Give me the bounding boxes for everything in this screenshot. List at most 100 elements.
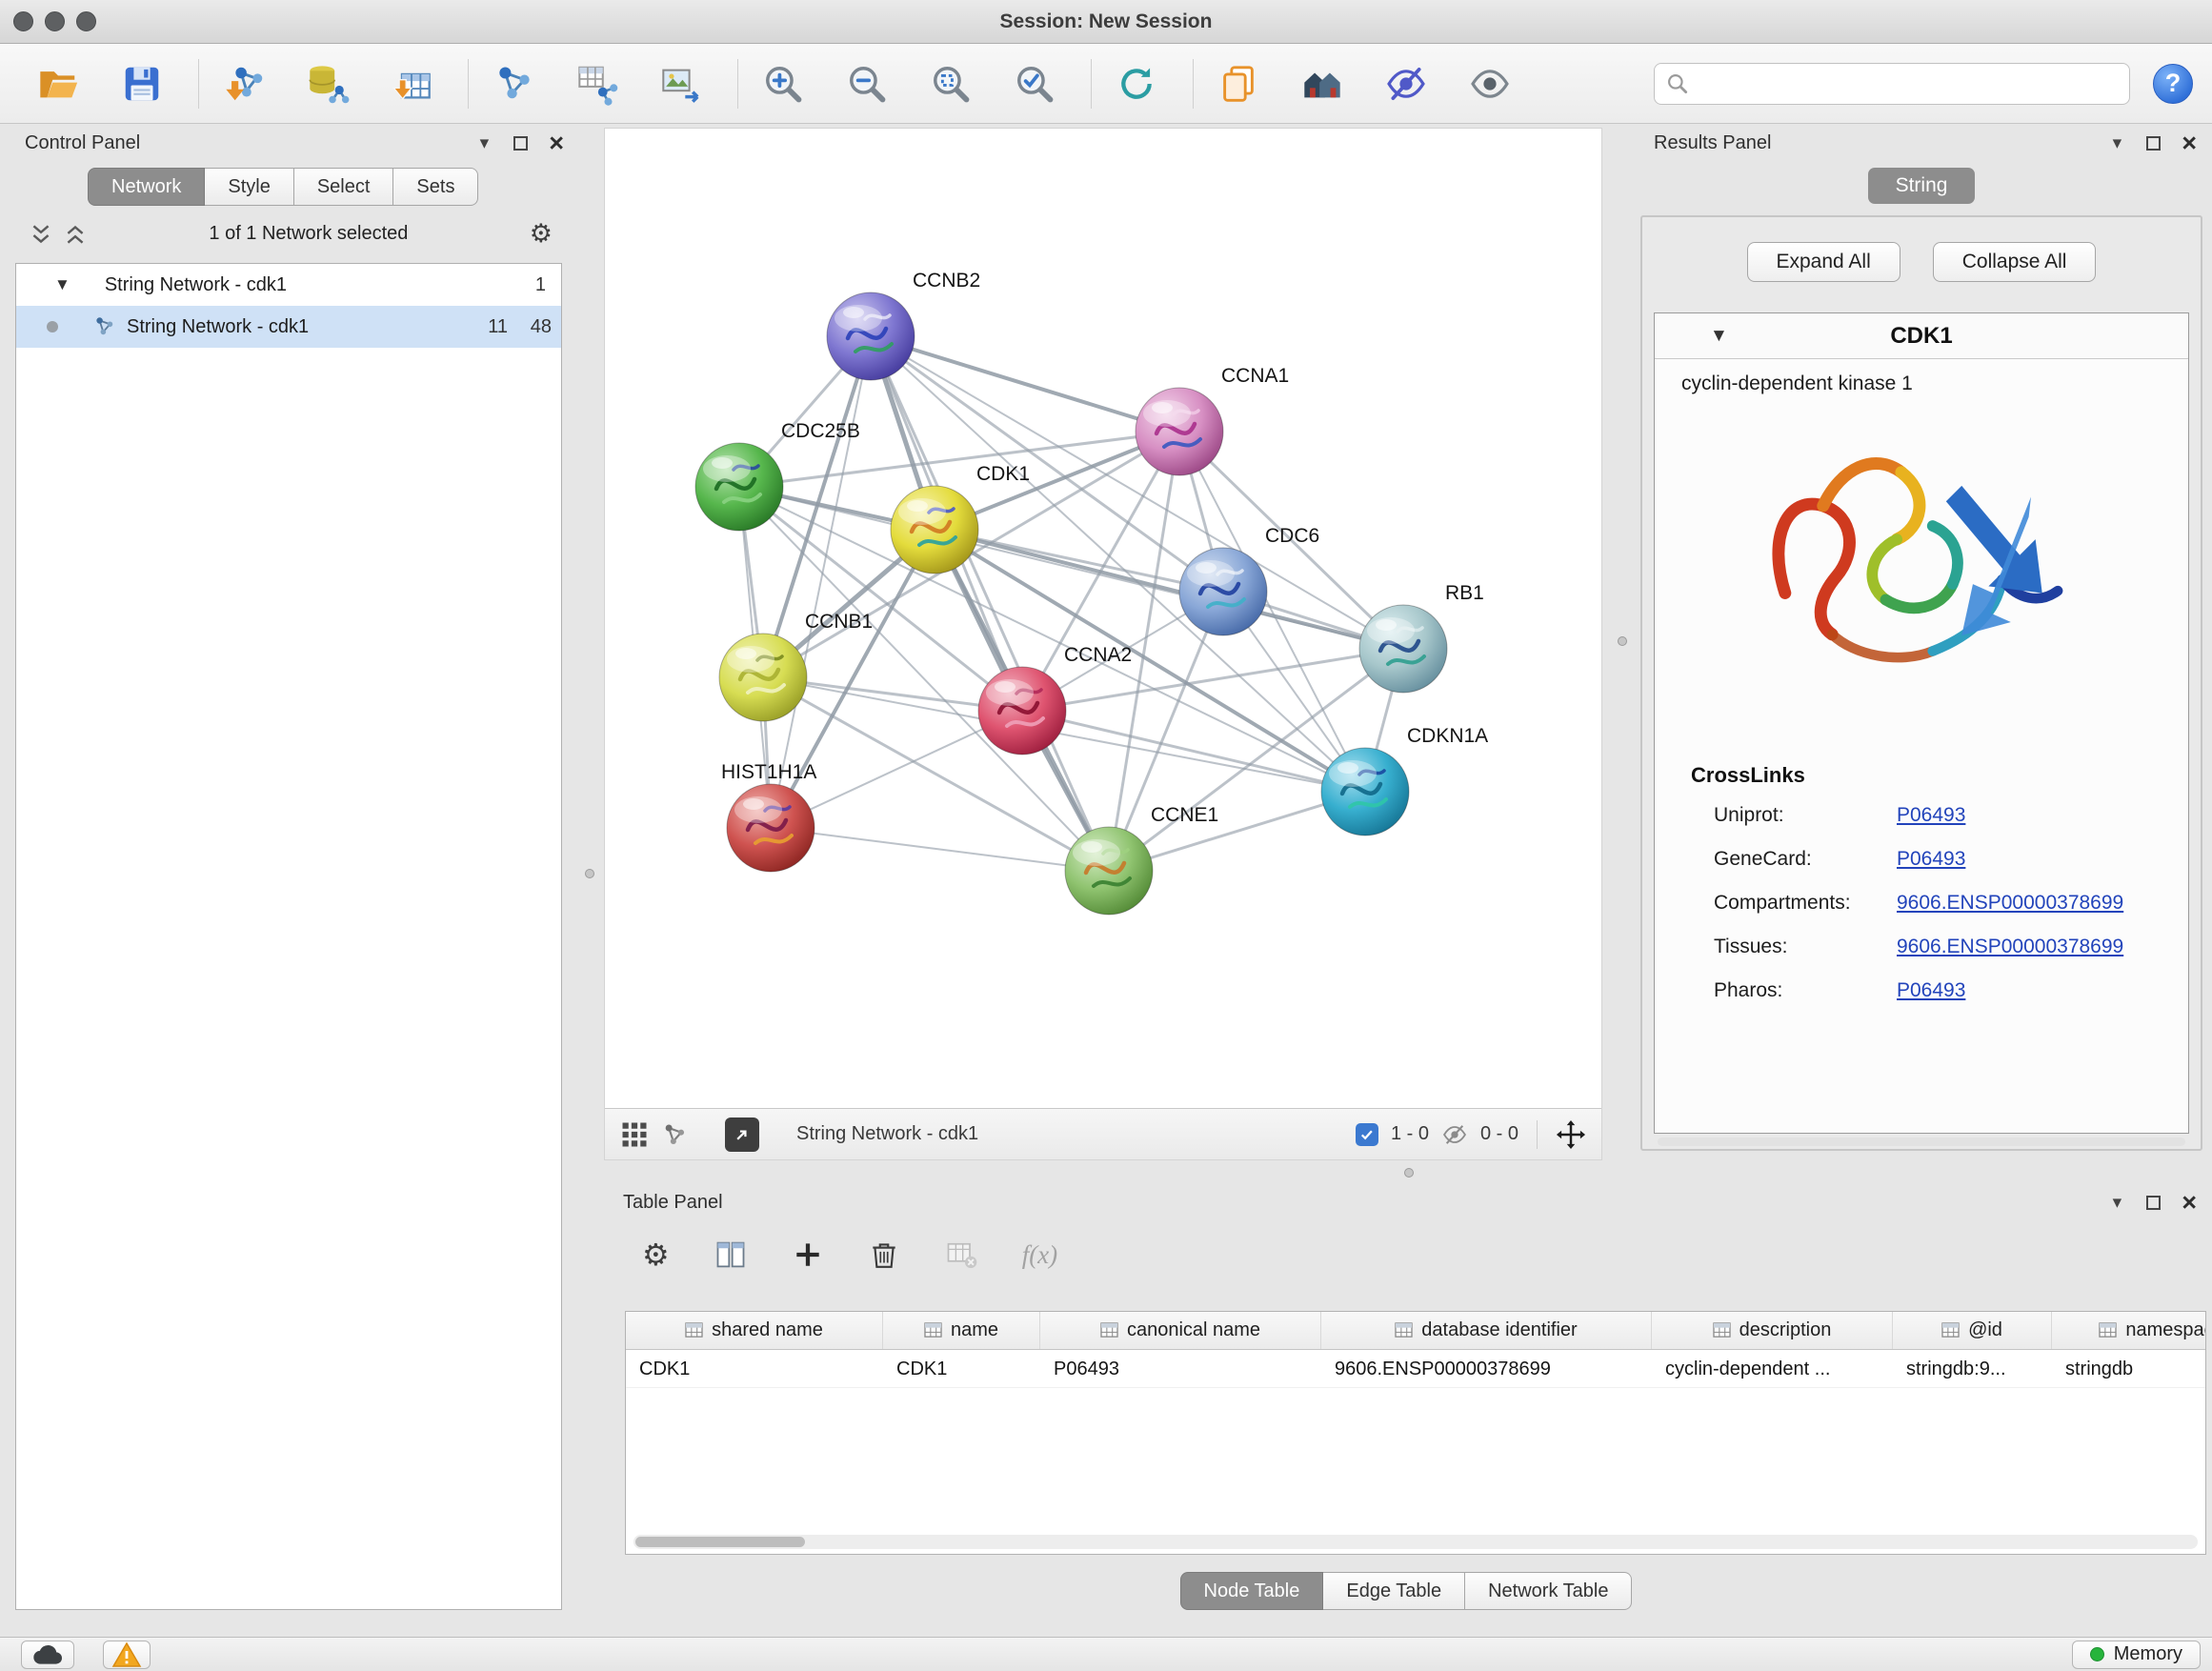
results-horizontal-scrollbar[interactable] (1658, 1137, 2185, 1146)
collapse-all-icon[interactable] (29, 222, 53, 247)
create-column-button[interactable] (792, 1238, 824, 1271)
crosslink-value[interactable]: P06493 (1897, 804, 1965, 827)
panel-menu-icon[interactable]: ▾ (2113, 134, 2122, 152)
panel-float-icon[interactable] (513, 136, 528, 151)
column-header-database-identifier[interactable]: database identifier (1321, 1312, 1652, 1349)
delete-column-button[interactable] (868, 1238, 900, 1271)
zoom-in-button[interactable] (754, 53, 813, 114)
help-button[interactable]: ? (2153, 64, 2193, 104)
crosslink-row: Uniprot:P06493 (1714, 794, 2188, 837)
panel-float-icon[interactable] (2146, 1196, 2161, 1210)
network-selection-row: 1 of 1 Network selected ⚙ (6, 221, 575, 247)
scrollbar-thumb[interactable] (635, 1537, 805, 1547)
houses-icon (1300, 62, 1344, 106)
disclosure-triangle-icon[interactable]: ▼ (54, 275, 70, 294)
network-view-title: String Network - cdk1 (796, 1123, 978, 1145)
network-canvas[interactable]: CCNB2CCNA1CDC25BCDK1CDC6RB1CCNB1CCNA2CDK… (605, 129, 1601, 1108)
tab-style[interactable]: Style (205, 168, 293, 206)
column-header-@id[interactable]: @id (1893, 1312, 2052, 1349)
toolbar-separator (1091, 59, 1092, 109)
zoom-selected-button[interactable] (1005, 53, 1064, 114)
column-header-name[interactable]: name (883, 1312, 1040, 1349)
tab-string[interactable]: String (1868, 168, 1975, 204)
expand-all-button[interactable]: Expand All (1747, 242, 1900, 282)
disclosure-triangle-icon[interactable]: ▼ (1710, 326, 1728, 347)
new-network-from-table-button[interactable] (568, 53, 627, 114)
collapse-all-button[interactable]: Collapse All (1933, 242, 2097, 282)
tab-network[interactable]: Network (88, 168, 205, 206)
memory-button[interactable]: Memory (2072, 1641, 2201, 1669)
network-node-CCNA1[interactable]: CCNA1 (1136, 365, 1289, 475)
column-header-namespac[interactable]: namespac (2052, 1312, 2206, 1349)
hide-panels-button[interactable] (1377, 53, 1436, 114)
warnings-button[interactable] (103, 1641, 151, 1669)
network-node-CCNB1[interactable]: CCNB1 (719, 611, 873, 721)
results-panel: Results Panel ▾ × String Expand All Coll… (1635, 128, 2208, 1157)
network-node-CDK1[interactable]: CDK1 (891, 463, 1030, 574)
refresh-view-button[interactable] (1107, 53, 1166, 114)
current-network-bullet-icon (47, 321, 58, 332)
splitter-handle-left[interactable] (585, 869, 594, 878)
tab-node-table[interactable]: Node Table (1180, 1572, 1324, 1610)
delete-table-button-disabled[interactable] (944, 1238, 978, 1272)
network-node-CDKN1A[interactable]: CDKN1A (1321, 725, 1488, 836)
zoom-fit-button[interactable] (921, 53, 980, 114)
export-image-button[interactable] (652, 53, 711, 114)
home-views-button[interactable] (1293, 53, 1352, 114)
new-network-button[interactable] (484, 53, 543, 114)
expand-all-icon[interactable] (63, 222, 88, 247)
copy-button[interactable] (1209, 53, 1268, 114)
network-node-HIST1H1A[interactable]: HIST1H1A (721, 761, 816, 872)
table-settings-gear-icon[interactable]: ⚙ (642, 1239, 670, 1270)
network-graph[interactable]: CCNB2CCNA1CDC25BCDK1CDC6RB1CCNB1CCNA2CDK… (605, 129, 1601, 1108)
open-session-button[interactable] (29, 53, 88, 114)
column-header-canonical-name[interactable]: canonical name (1040, 1312, 1321, 1349)
crosslink-row: Pharos:P06493 (1714, 969, 2188, 1013)
crosslink-value[interactable]: P06493 (1897, 848, 1965, 871)
panel-close-icon[interactable]: × (549, 131, 564, 156)
network-icon[interactable] (661, 1121, 688, 1148)
crosslink-label: Pharos: (1714, 979, 1897, 1002)
panel-menu-icon[interactable]: ▾ (480, 134, 490, 152)
zoom-in-icon (761, 62, 805, 106)
grid-view-icon[interactable] (620, 1120, 649, 1149)
show-columns-button[interactable] (714, 1238, 748, 1272)
tab-select[interactable]: Select (294, 168, 394, 206)
table-horizontal-scrollbar[interactable] (633, 1535, 2198, 1549)
search-input[interactable] (1654, 63, 2130, 105)
column-header-shared-name[interactable]: shared name (626, 1312, 883, 1349)
edge-count: 48 (508, 316, 552, 338)
network-view-toolbar: String Network - cdk1 1 - 0 0 - 0 (605, 1108, 1601, 1159)
gear-icon[interactable]: ⚙ (530, 221, 553, 247)
crosslink-value[interactable]: P06493 (1897, 979, 1965, 1002)
crosslink-value[interactable]: 9606.ENSP00000378699 (1897, 936, 2123, 958)
network-node-CDC6[interactable]: CDC6 (1179, 525, 1319, 635)
import-network-from-database-button[interactable] (298, 53, 357, 114)
selected-checkbox[interactable] (1356, 1123, 1378, 1146)
network-node-RB1[interactable]: RB1 (1359, 582, 1484, 693)
panel-close-icon[interactable]: × (2182, 131, 2197, 156)
splitter-handle-horizontal[interactable] (1404, 1168, 1414, 1178)
tab-sets[interactable]: Sets (393, 168, 478, 206)
import-network-from-file-button[interactable] (214, 53, 273, 114)
function-builder-button[interactable]: f(x) (1022, 1240, 1057, 1270)
crosslink-value[interactable]: 9606.ENSP00000378699 (1897, 892, 2123, 915)
panel-float-icon[interactable] (2146, 136, 2161, 151)
zoom-out-button[interactable] (837, 53, 896, 114)
splitter-handle-right[interactable] (1618, 636, 1627, 646)
show-panels-button[interactable] (1460, 53, 1519, 114)
network-row-selected[interactable]: String Network - cdk1 11 48 (16, 306, 561, 348)
column-header-description[interactable]: description (1652, 1312, 1893, 1349)
tab-edge-table[interactable]: Edge Table (1323, 1572, 1465, 1610)
detach-view-button[interactable] (725, 1117, 759, 1152)
panel-close-icon[interactable]: × (2182, 1190, 2197, 1216)
cloud-status-button[interactable] (21, 1641, 74, 1669)
network-edge (871, 336, 1179, 432)
network-collection-row[interactable]: ▼ String Network - cdk1 1 (16, 264, 561, 306)
tab-network-table[interactable]: Network Table (1465, 1572, 1632, 1610)
table-row[interactable]: CDK1CDK1P064939606.ENSP00000378699cyclin… (626, 1350, 2205, 1388)
save-session-button[interactable] (112, 53, 171, 114)
panel-menu-icon[interactable]: ▾ (2113, 1194, 2122, 1212)
import-table-from-file-button[interactable] (382, 53, 441, 114)
fit-move-crosshair-icon[interactable] (1556, 1119, 1586, 1150)
